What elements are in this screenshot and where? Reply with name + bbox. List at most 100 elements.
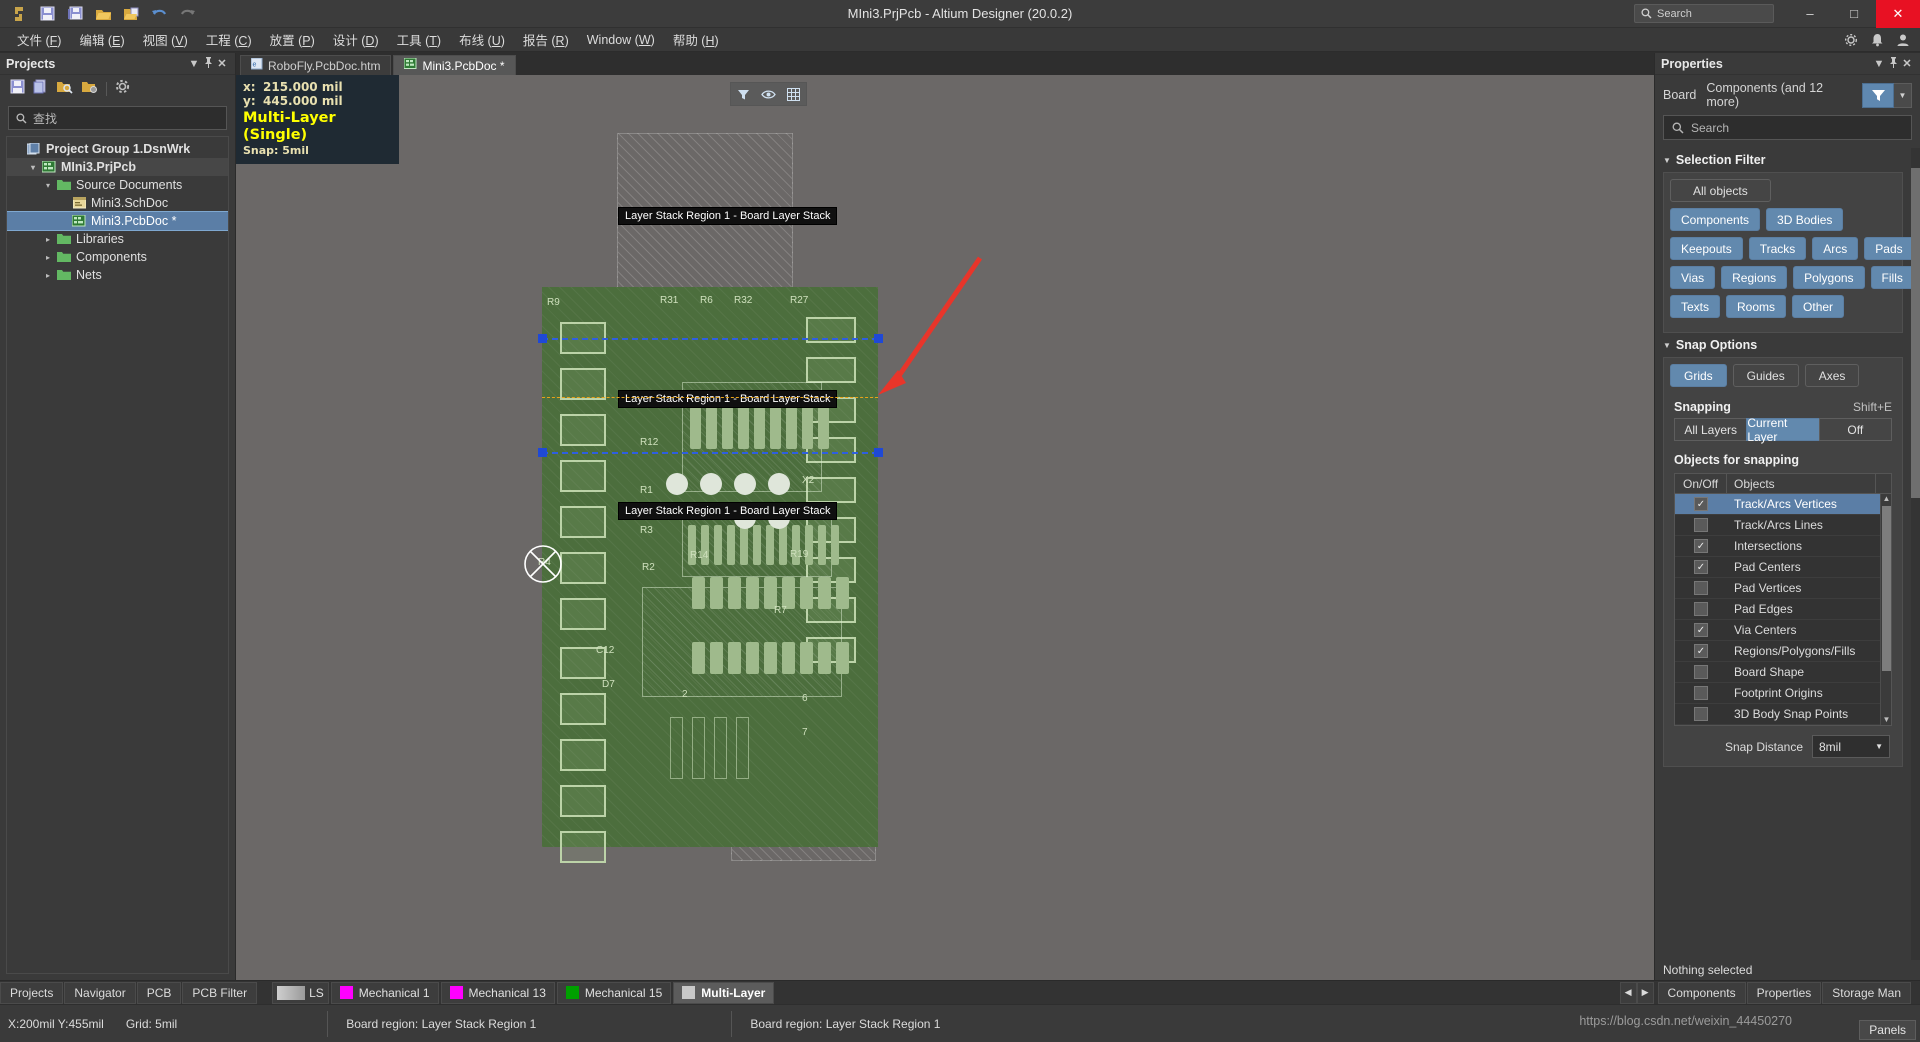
open-folder-search-icon[interactable] <box>56 79 73 99</box>
menu-item-Window[interactable]: Window (W) <box>578 30 664 50</box>
tree-item-libraries[interactable]: ▸ Libraries <box>7 230 228 248</box>
layer-tab-ls[interactable]: LS <box>272 981 329 1004</box>
undo-icon[interactable] <box>146 2 172 26</box>
document-tab-1[interactable]: Mini3.PcbDoc * <box>393 55 516 75</box>
checkbox-unchecked-icon[interactable] <box>1694 602 1708 616</box>
chip-texts[interactable]: Texts <box>1670 295 1721 318</box>
altium-logo-icon[interactable] <box>6 2 32 26</box>
bottom-panel-tab-navigator[interactable]: Navigator <box>64 981 136 1004</box>
open-project-icon[interactable] <box>118 2 144 26</box>
close-icon[interactable]: ✕ <box>1900 57 1914 70</box>
save-all-icon[interactable] <box>62 2 88 26</box>
snap-object-row-pad-vertices[interactable]: Pad Vertices <box>1675 578 1891 599</box>
snap-object-row-track-arcs-lines[interactable]: Track/Arcs Lines <box>1675 515 1891 536</box>
menu-item-报告[interactable]: 报告 (R) <box>514 27 578 52</box>
chevron-collapse-icon[interactable]: ▼ <box>1663 156 1671 165</box>
chip-tracks[interactable]: Tracks <box>1748 237 1807 260</box>
snap-object-row-pad-edges[interactable]: Pad Edges <box>1675 599 1891 620</box>
checkbox-unchecked-icon[interactable] <box>1694 518 1708 532</box>
checkbox-checked-icon[interactable]: ✓ <box>1694 497 1708 511</box>
bottom-right-tab-properties[interactable]: Properties <box>1746 981 1822 1004</box>
tree-twisty-icon[interactable]: ▸ <box>41 235 55 244</box>
selection-line-bottom[interactable] <box>542 452 878 454</box>
checkbox-checked-icon[interactable]: ✓ <box>1694 623 1708 637</box>
menu-item-视图[interactable]: 视图 (V) <box>134 27 197 52</box>
projects-search-input[interactable]: 查找 <box>8 106 227 130</box>
snapping-mode-all-layers[interactable]: All Layers <box>1674 418 1747 441</box>
menu-item-工具[interactable]: 工具 (T) <box>388 27 450 52</box>
open-icon[interactable] <box>90 2 116 26</box>
tree-item-project-group-1-dsnwrk[interactable]: Project Group 1.DsnWrk <box>7 140 228 158</box>
tree-item-source-documents[interactable]: ▾ Source Documents <box>7 176 228 194</box>
bottom-right-tab-components[interactable]: Components <box>1657 981 1746 1004</box>
snap-object-row-3d-body-snap-points[interactable]: 3D Body Snap Points <box>1675 704 1891 725</box>
snap-toggle-axes[interactable]: Axes <box>1804 364 1860 387</box>
tabs-next-button[interactable]: ▶ <box>1636 981 1654 1004</box>
tree-twisty-icon[interactable]: ▸ <box>41 253 55 262</box>
tree-item-mini3-pcbdoc-[interactable]: Mini3.PcbDoc * <box>7 211 228 231</box>
user-icon[interactable] <box>1896 33 1910 47</box>
filter-icon[interactable] <box>731 83 756 105</box>
selection-handle-br[interactable] <box>874 448 883 457</box>
tab-components[interactable]: Components (and 12 more) <box>1706 81 1852 109</box>
chip-arcs[interactable]: Arcs <box>1812 237 1859 260</box>
selection-handle-tl[interactable] <box>538 334 547 343</box>
layer-tab-mechanical-15[interactable]: Mechanical 15 <box>556 981 672 1004</box>
tab-board[interactable]: Board <box>1663 88 1696 102</box>
bell-icon[interactable] <box>1870 33 1884 47</box>
menu-item-布线[interactable]: 布线 (U) <box>450 27 514 52</box>
tree-item-mini3-prjpcb[interactable]: ▾ MIni3.PrjPcb <box>7 158 228 176</box>
chip-all-objects[interactable]: All objects <box>1670 179 1771 202</box>
snap-toggle-grids[interactable]: Grids <box>1670 364 1727 387</box>
menu-item-帮助[interactable]: 帮助 (H) <box>664 27 728 52</box>
chevron-down-icon[interactable]: ▼ <box>187 58 201 70</box>
layer-tab-mechanical-13[interactable]: Mechanical 13 <box>440 981 555 1004</box>
selection-handle-bl[interactable] <box>538 448 547 457</box>
snap-object-row-track-arcs-vertices[interactable]: ✓ Track/Arcs Vertices <box>1675 494 1891 515</box>
chip-other[interactable]: Other <box>1792 295 1845 318</box>
snap-object-row-intersections[interactable]: ✓ Intersections <box>1675 536 1891 557</box>
layer-tab-mechanical-1[interactable]: Mechanical 1 <box>330 981 439 1004</box>
checkbox-checked-icon[interactable]: ✓ <box>1694 560 1708 574</box>
chip-fills[interactable]: Fills <box>1870 266 1914 289</box>
properties-scrollbar[interactable] <box>1911 148 1920 960</box>
bottom-panel-tab-pcb[interactable]: PCB <box>136 981 182 1004</box>
snap-objects-scrollbar[interactable]: ▲ ▼ <box>1880 494 1891 725</box>
folder-options-icon[interactable] <box>81 79 98 99</box>
chip-vias[interactable]: Vias <box>1670 266 1716 289</box>
mask-icon[interactable] <box>756 83 781 105</box>
settings-icon[interactable] <box>115 79 130 99</box>
chevron-down-icon[interactable]: ▼ <box>1872 58 1886 70</box>
chip-components[interactable]: Components <box>1670 208 1761 231</box>
tree-item-nets[interactable]: ▸ Nets <box>7 266 228 284</box>
chip-3d-bodies[interactable]: 3D Bodies <box>1766 208 1844 231</box>
selection-line-top[interactable] <box>542 338 878 340</box>
checkbox-checked-icon[interactable]: ✓ <box>1694 644 1708 658</box>
bottom-panel-tab-projects[interactable]: Projects <box>0 981 64 1004</box>
chip-rooms[interactable]: Rooms <box>1726 295 1787 318</box>
pcb-board[interactable]: R9R31R6R32R27R12R1R3R2R14R4C12D7X2R7R19C… <box>538 287 878 863</box>
bottom-right-tab-storage-man[interactable]: Storage Man <box>1822 981 1911 1004</box>
checkbox-checked-icon[interactable]: ✓ <box>1694 539 1708 553</box>
bottom-panel-tab-pcb-filter[interactable]: PCB Filter <box>182 981 258 1004</box>
grid-icon[interactable] <box>781 83 806 105</box>
snap-object-row-board-shape[interactable]: Board Shape <box>1675 662 1891 683</box>
document-tab-0[interactable]: e RoboFly.PcbDoc.htm <box>240 55 392 75</box>
save-icon[interactable] <box>10 79 25 99</box>
menu-item-放置[interactable]: 放置 (P) <box>261 27 324 52</box>
compile-icon[interactable] <box>33 79 48 99</box>
save-icon[interactable] <box>34 2 60 26</box>
snap-options-section-header[interactable]: ▼ Snap Options <box>1655 333 1911 357</box>
snap-object-row-pad-centers[interactable]: ✓ Pad Centers <box>1675 557 1891 578</box>
tabs-prev-button[interactable]: ◀ <box>1619 981 1637 1004</box>
tree-item-components[interactable]: ▸ Components <box>7 248 228 266</box>
gear-icon[interactable] <box>1844 33 1858 47</box>
tree-item-mini3-schdoc[interactable]: Mini3.SchDoc <box>7 194 228 212</box>
snap-toggle-guides[interactable]: Guides <box>1732 364 1799 387</box>
pin-icon[interactable] <box>201 56 215 71</box>
snap-object-row-footprint-origins[interactable]: Footprint Origins <box>1675 683 1891 704</box>
chip-polygons[interactable]: Polygons <box>1793 266 1865 289</box>
filter-icon[interactable] <box>1862 82 1894 108</box>
snapping-mode-current-layer[interactable]: Current Layer <box>1746 416 1819 444</box>
snap-object-row-regions-polygons-fills[interactable]: ✓ Regions/Polygons/Fills <box>1675 641 1891 662</box>
